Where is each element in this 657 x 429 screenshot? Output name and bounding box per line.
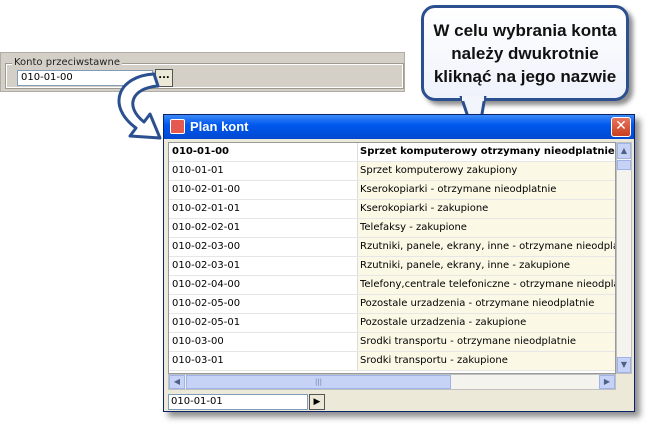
app-icon xyxy=(170,119,185,134)
table-row[interactable]: 010-02-05-01 Pozostale urzadzenia - zakup… xyxy=(169,314,615,333)
scroll-up-icon[interactable]: ▲ xyxy=(617,143,631,159)
table-row[interactable]: 010-02-05-00 Pozostale urzadzenia - otrzy… xyxy=(169,295,615,314)
account-name: Kserokopiarki - otrzymane nieodplatnie xyxy=(357,181,615,199)
table-row[interactable]: 010-02-03-01 Rzutniki, panele, ekrany, in… xyxy=(169,257,615,276)
vertical-scrollbar[interactable]: ▲ ▼ xyxy=(616,142,632,374)
account-code: 010-01-01 xyxy=(172,165,224,176)
hint-callout: W celu wybrania konta należy dwukrotnie … xyxy=(421,5,629,101)
table-row[interactable]: 010-02-01-00 Kserokopiarki - otrzymane ni… xyxy=(169,181,615,200)
account-code: 010-02-01-00 xyxy=(172,184,241,195)
account-code: 010-03-01 xyxy=(172,355,224,366)
close-button[interactable]: ✕ xyxy=(611,117,631,137)
account-name: Srodki transportu - otrzymane nieodplatn… xyxy=(357,333,615,351)
account-code: 010-02-02-01 xyxy=(172,222,241,233)
account-code: 010-02-03-00 xyxy=(172,241,241,252)
account-name: Telefaksy - zakupione xyxy=(357,219,615,237)
account-code: 010-02-04-00 xyxy=(172,279,241,290)
scroll-down-icon[interactable]: ▼ xyxy=(617,357,631,373)
account-name: Sprzet komputerowy otrzymany nieodplatni… xyxy=(357,143,615,161)
account-name: Sprzet komputerowy zakupiony xyxy=(357,162,615,180)
table-row[interactable]: 010-03-01 Srodki transportu - zakupione xyxy=(169,352,615,371)
plan-kont-window: Plan kont ✕ 010-01-00 Sprzet komputerowy … xyxy=(163,114,635,412)
table-row[interactable]: 010-03-00 Srodki transportu - otrzymane n… xyxy=(169,333,615,352)
scroll-left-icon[interactable]: ◀ xyxy=(169,375,185,389)
hint-text: W celu wybrania konta należy dwukrotnie … xyxy=(433,20,617,86)
account-code: 010-02-05-00 xyxy=(172,298,241,309)
horizontal-scrollbar[interactable]: ◀ ||| ▶ xyxy=(168,374,616,390)
table-row[interactable]: 010-01-00 Sprzet komputerowy otrzymany ni… xyxy=(169,143,615,162)
vertical-scroll-thumb[interactable] xyxy=(617,160,631,170)
account-code: 010-02-05-01 xyxy=(172,317,241,328)
table-row[interactable]: 010-01-01 Sprzet komputerowy zakupiony xyxy=(169,162,615,181)
go-button[interactable]: ▶ xyxy=(309,394,325,410)
horizontal-scroll-thumb[interactable]: ||| xyxy=(186,375,451,389)
account-name: Pozostale urzadzenia - otrzymane nieodpl… xyxy=(357,295,615,313)
titlebar[interactable]: Plan kont ✕ xyxy=(164,115,634,139)
table-row[interactable]: 010-02-04-00 Telefony,centrale telefonicz… xyxy=(169,276,615,295)
account-code: 010-02-03-01 xyxy=(172,260,241,271)
table-row[interactable]: 010-02-02-01 Telefaksy - zakupione xyxy=(169,219,615,238)
window-title: Plan kont xyxy=(190,119,249,134)
account-code: 010-01-00 xyxy=(172,146,230,157)
scroll-right-icon[interactable]: ▶ xyxy=(599,375,615,389)
account-name: Pozostale urzadzenia - zakupione xyxy=(357,314,615,332)
account-name: Kserokopiarki - zakupione xyxy=(357,200,615,218)
account-name: Telefony,centrale telefoniczne - otrzyma… xyxy=(357,276,615,294)
table-row[interactable]: 010-02-01-01 Kserokopiarki - zakupione xyxy=(169,200,615,219)
account-name: Rzutniki, panele, ekrany, inne - zakupio… xyxy=(357,257,615,275)
curved-arrow-icon xyxy=(117,72,162,140)
search-input[interactable]: 010-01-01 xyxy=(168,394,308,410)
account-code: 010-03-00 xyxy=(172,336,224,347)
account-name: Srodki transportu - zakupione xyxy=(357,352,615,370)
account-name: Rzutniki, panele, ekrany, inne - otrzyma… xyxy=(357,238,615,256)
table-row[interactable]: 010-02-03-00 Rzutniki, panele, ekrany, in… xyxy=(169,238,615,257)
account-code: 010-02-01-01 xyxy=(172,203,241,214)
accounts-grid: 010-01-00 Sprzet komputerowy otrzymany ni… xyxy=(168,142,616,374)
